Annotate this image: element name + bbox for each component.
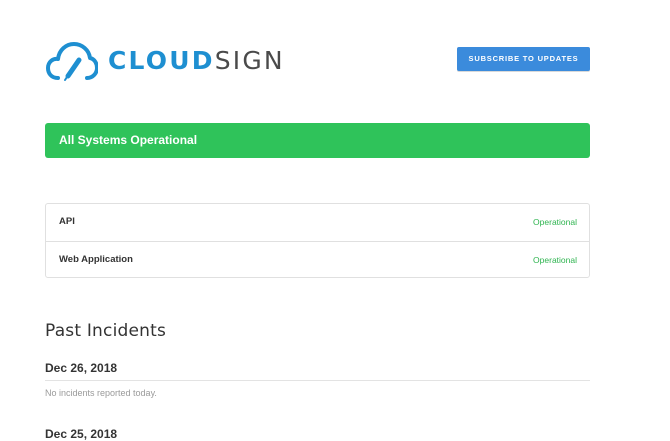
incident-day-date: Dec 26, 2018 — [45, 361, 118, 375]
brand-name-part2: SIGN — [214, 46, 285, 75]
brand-name: CLOUDSIGN — [108, 38, 285, 83]
cloud-pen-icon — [46, 42, 98, 81]
brand-name-part1: CLOUD — [108, 46, 215, 75]
past-incidents-title: Past Incidents — [45, 321, 167, 341]
components-list: API Operational Web Application Operatio… — [45, 203, 590, 278]
brand-logo[interactable]: CLOUDSIGN — [46, 38, 285, 83]
component-status: Operational — [533, 217, 577, 227]
component-status: Operational — [533, 255, 577, 265]
page-header: CLOUDSIGN SUBSCRIBE TO UPDATES — [46, 38, 590, 83]
component-row-web-application: Web Application Operational — [46, 241, 589, 278]
subscribe-button[interactable]: SUBSCRIBE TO UPDATES — [457, 47, 590, 71]
day-divider — [45, 380, 590, 381]
component-name: Web Application — [59, 254, 133, 265]
no-incidents-message: No incidents reported today. — [45, 388, 157, 398]
component-name: API — [59, 216, 75, 227]
component-row-api: API Operational — [46, 204, 589, 241]
status-banner: All Systems Operational — [45, 123, 590, 158]
